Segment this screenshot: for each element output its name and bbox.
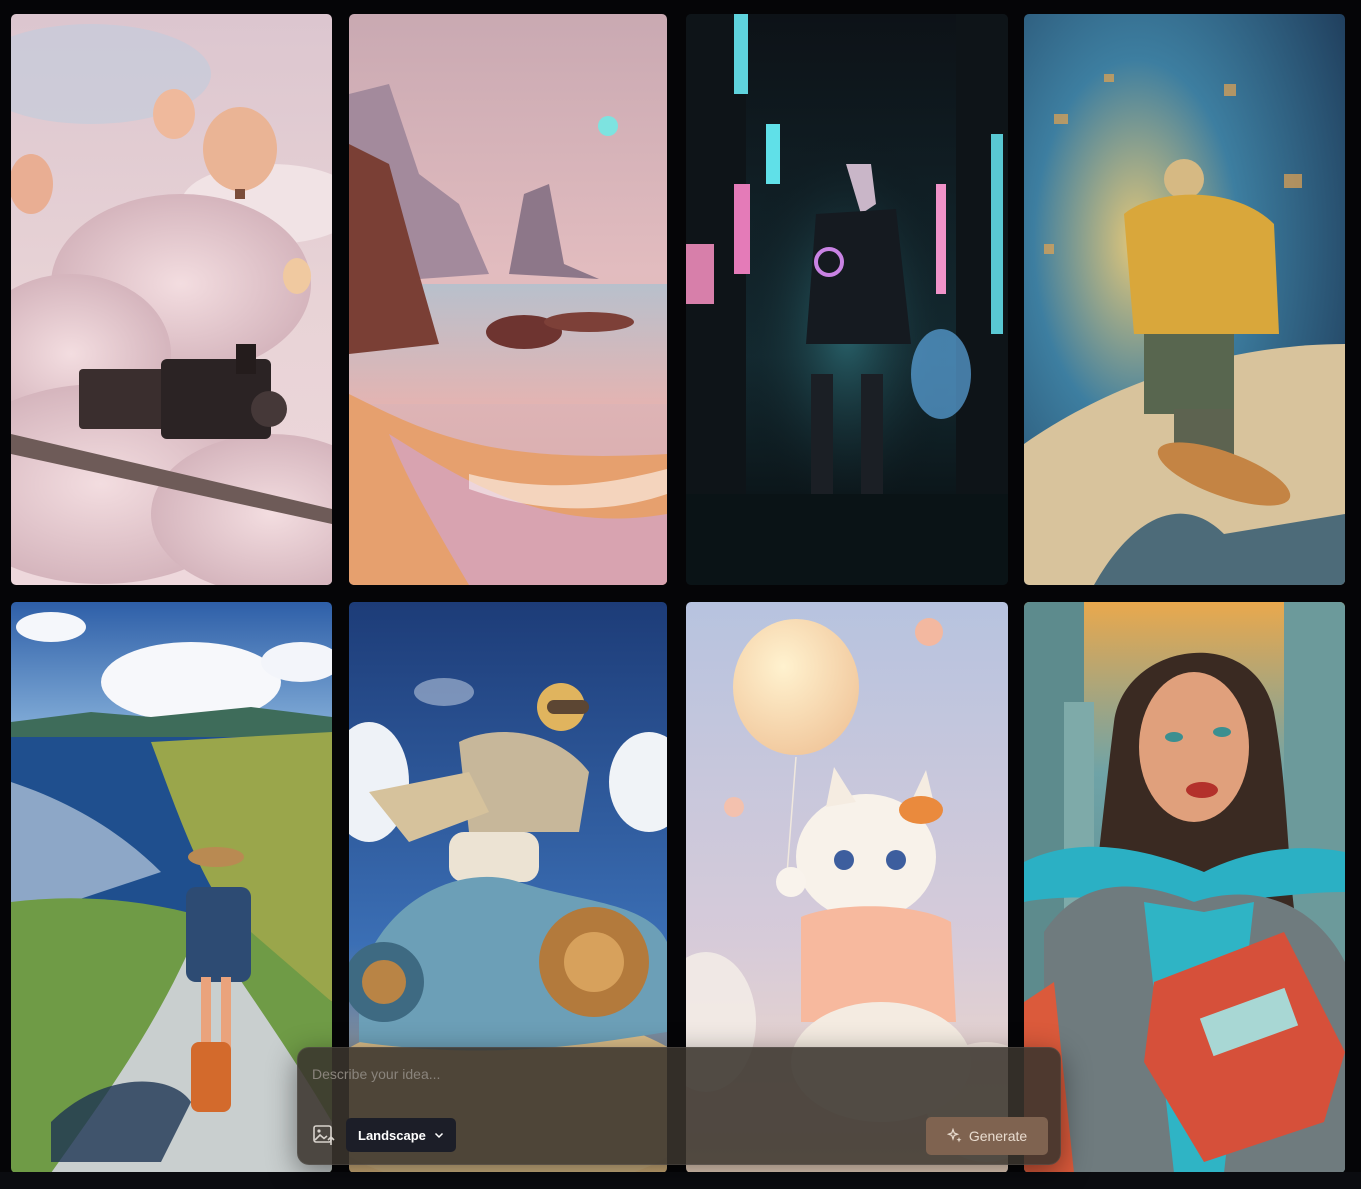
gallery-image-cyberpunk-cat[interactable]	[686, 14, 1008, 585]
prompt-composer: Landscape Generate	[297, 1047, 1061, 1165]
chevron-down-icon	[434, 1132, 443, 1139]
gallery-image-comic-woman[interactable]	[1024, 602, 1345, 1173]
gallery-image-train-clouds[interactable]	[11, 14, 332, 585]
image-upload-icon	[313, 1125, 335, 1145]
gallery-image-skateboarder[interactable]	[1024, 14, 1345, 585]
aspect-ratio-value: Landscape	[358, 1127, 426, 1143]
prompt-input[interactable]	[312, 1062, 1042, 1086]
bottom-strip	[0, 1172, 1361, 1189]
gallery-image-coastal-road[interactable]	[11, 602, 332, 1173]
aspect-ratio-select[interactable]: Landscape	[346, 1118, 456, 1152]
generate-button[interactable]: Generate	[926, 1117, 1048, 1155]
generate-label: Generate	[968, 1128, 1028, 1144]
sparkle-icon	[946, 1128, 962, 1143]
image-gallery	[0, 0, 1361, 1189]
gallery-image-sunset-beach[interactable]	[349, 14, 667, 585]
image-upload-button[interactable]	[310, 1121, 338, 1149]
